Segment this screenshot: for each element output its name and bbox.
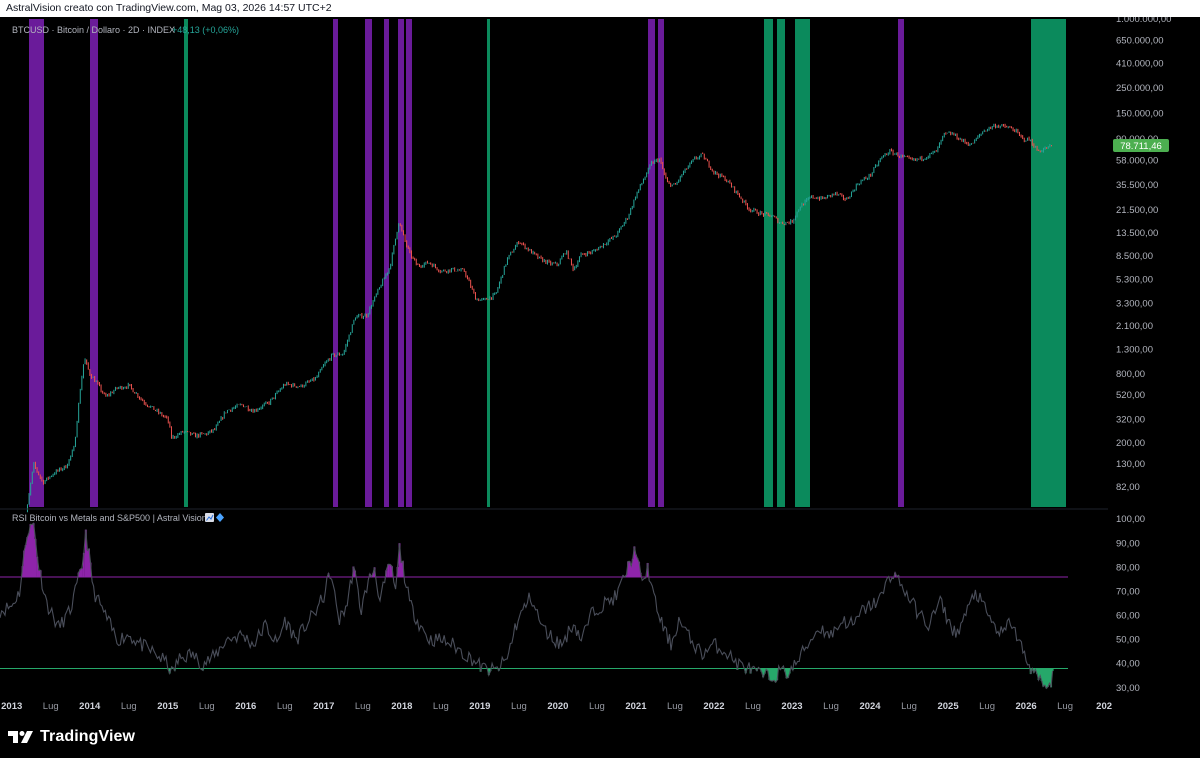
time-tick-label: 2024 — [859, 701, 881, 712]
time-tick-label: Lug — [277, 701, 293, 712]
time-tick-label: 202 — [1096, 701, 1112, 712]
purple-band — [648, 19, 655, 507]
rsi-tick-label: 40,00 — [1116, 659, 1140, 670]
rsi-tick-label: 100,00 — [1116, 514, 1145, 525]
price-tick-label: 3.300,00 — [1116, 298, 1153, 309]
purple-band — [658, 19, 664, 507]
time-tick-label: Lug — [667, 701, 683, 712]
price-tick-label: 520,00 — [1116, 390, 1145, 401]
purple-band — [29, 19, 44, 507]
rsi-axis[interactable]: 100,00 90,00 80,00 70,00 60,00 50,00 40,00 30,0… — [1116, 514, 1145, 694]
price-tick-label: 2.100,00 — [1116, 321, 1153, 332]
tradingview-logo-icon — [8, 731, 33, 743]
last-price-label: 78.711,46 — [1113, 139, 1169, 152]
price-tick-label: 1.300,00 — [1116, 345, 1153, 356]
time-tick-label: 2023 — [781, 701, 802, 712]
time-tick-label: 2014 — [79, 701, 101, 712]
price-axis[interactable]: 1.000.000,00 650.000,00 410.000,00 250.000,… — [1116, 14, 1171, 493]
price-legend-symbol[interactable]: BTCUSD · Bitcoin / Dollaro · 2D · INDEX — [12, 25, 175, 35]
price-tick-label: 13.500,00 — [1116, 228, 1158, 239]
time-axis[interactable]: 2013 Lug 2014 Lug 2015 Lug 2016 Lug 2017 Lug 2018 L… — [1, 701, 1112, 712]
purple-band — [406, 19, 412, 507]
purple-band — [898, 19, 904, 507]
chart-canvas[interactable]: 1.000.000,00 650.000,00 410.000,00 250.000,… — [0, 14, 1200, 719]
rsi-fills — [21, 523, 1054, 689]
time-tick-label: 2019 — [469, 701, 490, 712]
price-tick-label: 1.000.000,00 — [1116, 17, 1171, 25]
time-tick-label: Lug — [901, 701, 917, 712]
brand-name: TradingView — [40, 728, 136, 745]
price-tick-label: 35.500,00 — [1116, 180, 1158, 191]
last-price-text: 78.711,46 — [1120, 141, 1162, 152]
price-tick-label: 150.000,00 — [1116, 108, 1164, 119]
footer: TradingView — [0, 719, 1200, 758]
time-tick-label: 2013 — [1, 701, 22, 712]
price-tick-label: 800,00 — [1116, 369, 1145, 380]
rsi-tick-label: 30,00 — [1116, 683, 1140, 694]
rsi-level-lines — [0, 576, 1068, 670]
green-band — [777, 19, 785, 507]
rsi-tick-label: 50,00 — [1116, 635, 1140, 646]
time-tick-label: Lug — [511, 701, 527, 712]
indicator-legend-title[interactable]: RSI Bitcoin vs Metals and S&P500 | Astra… — [12, 513, 207, 523]
purple-band — [90, 19, 98, 507]
caption-text: AstralVision creato con TradingView.com,… — [6, 2, 332, 14]
green-band — [1031, 19, 1066, 507]
time-tick-label: Lug — [121, 701, 137, 712]
time-tick-label: 2026 — [1016, 701, 1037, 712]
time-tick-label: Lug — [745, 701, 761, 712]
purple-band — [333, 19, 338, 507]
time-tick-label: Lug — [433, 701, 449, 712]
time-tick-label: Lug — [823, 701, 839, 712]
time-tick-label: Lug — [1057, 701, 1073, 712]
price-legend-change: +48,13 (+0,06%) — [172, 25, 239, 35]
price-tick-label: 58.000,00 — [1116, 156, 1158, 167]
purple-band — [365, 19, 372, 507]
time-tick-label: 2016 — [235, 701, 256, 712]
rsi-series-line — [0, 522, 1054, 690]
purple-band — [384, 19, 389, 507]
diamond-icon — [216, 513, 224, 522]
price-candles — [26, 123, 1052, 513]
time-tick-label: Lug — [979, 701, 995, 712]
rsi-tick-label: 60,00 — [1116, 611, 1140, 622]
green-band — [487, 19, 490, 507]
price-tick-label: 130,00 — [1116, 459, 1145, 470]
time-tick-label: Lug — [355, 701, 371, 712]
rsi-tick-label: 70,00 — [1116, 586, 1140, 597]
purple-band — [398, 19, 404, 507]
price-tick-label: 650.000,00 — [1116, 35, 1164, 46]
green-band — [764, 19, 773, 507]
caption-bar: AstralVision creato con TradingView.com,… — [0, 0, 1200, 17]
rsi-tick-label: 80,00 — [1116, 562, 1140, 573]
time-tick-label: 2022 — [703, 701, 724, 712]
time-tick-label: 2017 — [313, 701, 334, 712]
price-tick-label: 82,00 — [1116, 482, 1140, 493]
price-tick-label: 320,00 — [1116, 414, 1145, 425]
rsi-tick-label: 90,00 — [1116, 538, 1140, 549]
time-tick-label: 2018 — [391, 701, 412, 712]
time-tick-label: 2025 — [937, 701, 959, 712]
chart-emoji-icon — [205, 513, 214, 522]
time-tick-label: Lug — [589, 701, 605, 712]
price-tick-label: 21.500,00 — [1116, 205, 1158, 216]
time-tick-label: Lug — [199, 701, 215, 712]
tradingview-logo[interactable]: TradingView — [8, 728, 135, 746]
time-tick-label: Lug — [43, 701, 59, 712]
price-tick-label: 8.500,00 — [1116, 251, 1153, 262]
time-tick-label: 2015 — [157, 701, 179, 712]
price-tick-label: 250.000,00 — [1116, 83, 1164, 94]
time-tick-label: 2020 — [547, 701, 568, 712]
green-band — [795, 19, 810, 507]
price-tick-label: 200,00 — [1116, 438, 1145, 449]
price-tick-label: 5.300,00 — [1116, 275, 1153, 286]
green-band — [184, 19, 188, 507]
time-tick-label: 2021 — [625, 701, 647, 712]
chart-area[interactable]: 1.000.000,00 650.000,00 410.000,00 250.000,… — [0, 14, 1200, 719]
price-tick-label: 410.000,00 — [1116, 58, 1164, 69]
